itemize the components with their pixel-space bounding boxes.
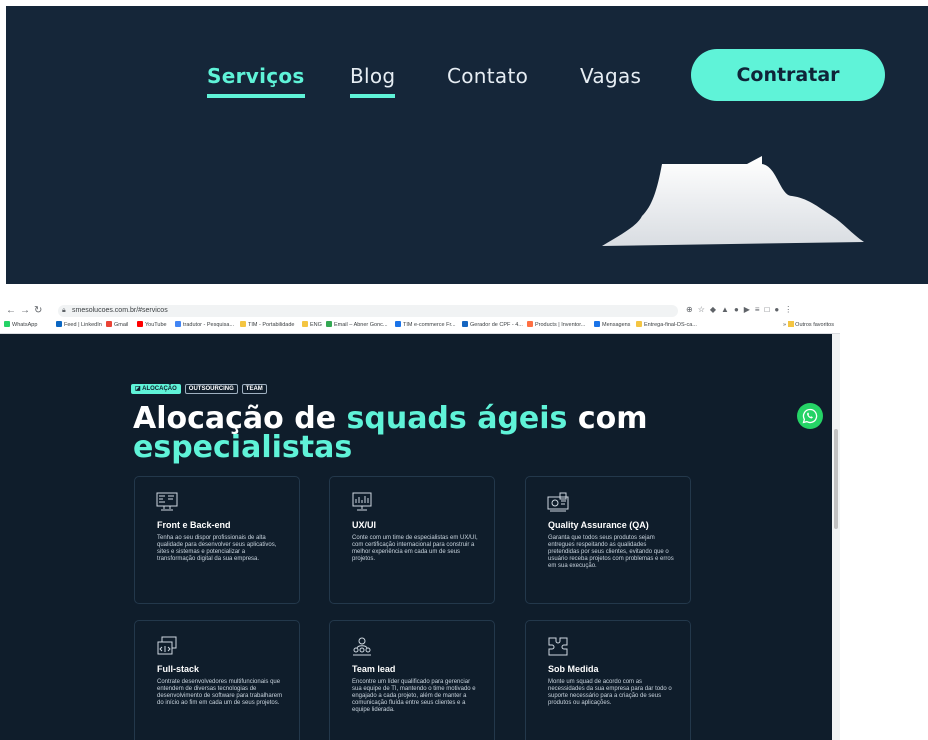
nav-link-blog[interactable]: Blog — [350, 64, 396, 98]
bookmark-item[interactable]: Feed | LinkedIn — [56, 321, 102, 330]
bookmark-item[interactable]: Products | Inventor... — [527, 321, 585, 330]
extension-icons[interactable]: ⊕☆◆▲●▶≡□●⋮ — [686, 305, 797, 314]
service-card-sob-medida[interactable]: Sob Medida Monte um squad de acordo com … — [525, 620, 691, 740]
design-chart-icon — [352, 492, 372, 511]
services-page: ◪ ALOCAÇÃO OUTSOURCING TEAM Alocação de … — [0, 334, 832, 740]
reload-icon[interactable]: ↻ — [34, 305, 42, 316]
hover-underline — [350, 94, 396, 98]
tab-outsourcing[interactable]: OUTSOURCING — [184, 384, 238, 394]
url-text: smesolucoes.com.br/#servicos — [72, 307, 168, 314]
bookmark-item[interactable]: Mensagens — [594, 321, 630, 330]
stack-windows-icon — [157, 636, 177, 655]
back-arrow-icon[interactable]: ← — [6, 305, 16, 316]
card-title: UX/UI — [352, 520, 377, 530]
service-card-front-back[interactable]: Front e Back-end Tenha ao seu dispor pro… — [134, 476, 300, 604]
card-title: Full-stack — [157, 664, 200, 674]
service-tabs: ◪ ALOCAÇÃO OUTSOURCING TEAM — [131, 384, 267, 394]
bookmark-item[interactable]: Entrega-final-DS-ca... — [636, 321, 697, 330]
card-title: Front e Back-end — [157, 520, 231, 530]
whatsapp-chat-button[interactable] — [797, 403, 823, 429]
page-title: Alocação de squads ágeis com especialist… — [133, 401, 648, 465]
url-field[interactable]: 🔒︎ smesolucoes.com.br/#servicos — [58, 305, 678, 317]
other-bookmarks[interactable]: » Outros favoritos — [783, 321, 834, 330]
card-description: Tenha ao seu dispor profissionais de alt… — [157, 535, 277, 562]
lock-icon: 🔒︎ — [62, 307, 66, 314]
quality-check-icon — [547, 492, 569, 512]
bookmark-item[interactable]: Gmail — [106, 321, 128, 330]
browser-window: ← → ↻ 🔒︎ smesolucoes.com.br/#servicos ⊕☆… — [0, 303, 840, 740]
nav-link-contato[interactable]: Contato — [447, 64, 528, 88]
site-header: Serviços Blog Contato Vagas Contratar — [6, 6, 928, 284]
tab-team[interactable]: TEAM — [241, 384, 267, 394]
bookmark-item[interactable]: ENG — [302, 321, 322, 330]
card-description: Monte um squad de acordo com as necessid… — [548, 679, 672, 706]
forward-arrow-icon[interactable]: → — [20, 305, 30, 316]
tab-alocacao[interactable]: ◪ ALOCAÇÃO — [131, 384, 181, 394]
page-scrollbar[interactable] — [832, 334, 840, 740]
nav-link-label: Blog — [350, 64, 396, 88]
card-title: Team lead — [352, 664, 396, 674]
bookmark-item[interactable]: tradutor - Pesquisa... — [175, 321, 234, 330]
service-card-team-lead[interactable]: Team lead Encontre um líder qualificado … — [329, 620, 495, 740]
card-description: Conte com um time de especialistas em UX… — [352, 535, 478, 562]
bookmark-item[interactable]: Email – Abner Gonc... — [326, 321, 388, 330]
service-card-ux-ui[interactable]: UX/UI Conte com um time de especialistas… — [329, 476, 495, 604]
nav-link-vagas[interactable]: Vagas — [580, 64, 641, 88]
cloud-illustration — [602, 156, 864, 246]
nav-link-servicos[interactable]: Serviços — [207, 64, 305, 98]
bookmark-item[interactable]: Gerador de CPF - 4... — [462, 321, 523, 330]
bookmark-item[interactable]: TIM e-commerce Fr... — [395, 321, 456, 330]
nav-link-label: Vagas — [580, 64, 642, 88]
whatsapp-icon — [802, 408, 818, 424]
card-description: Contrate desenvolvedores multifuncionais… — [157, 679, 283, 706]
address-bar-row: ← → ↻ 🔒︎ smesolucoes.com.br/#servicos ⊕☆… — [0, 303, 840, 319]
card-description: Encontre um líder qualificado para geren… — [352, 679, 476, 713]
bookmark-item[interactable]: WhatsApp — [4, 321, 37, 330]
bookmark-item[interactable]: YouTube — [137, 321, 167, 330]
card-title: Quality Assurance (QA) — [548, 520, 649, 530]
code-monitor-icon — [156, 492, 178, 511]
nav-link-label: Contato — [447, 64, 529, 88]
contratar-label: Contratar — [736, 64, 840, 86]
bookmarks-bar: WhatsApp Feed | LinkedIn Gmail YouTube t… — [0, 319, 840, 334]
card-description: Garanta que todos seus produtos sejam en… — [548, 535, 674, 569]
bookmark-item[interactable]: TIM - Portabilidade — [240, 321, 294, 330]
service-card-qa[interactable]: Quality Assurance (QA) Garanta que todos… — [525, 476, 691, 604]
service-card-full-stack[interactable]: Full-stack Contrate desenvolvedores mult… — [134, 620, 300, 740]
card-title: Sob Medida — [548, 664, 599, 674]
contratar-button[interactable]: Contratar — [691, 49, 885, 101]
scrollbar-thumb[interactable] — [834, 429, 838, 529]
puzzle-icon — [548, 637, 568, 656]
team-leader-icon — [353, 637, 371, 656]
active-underline — [207, 94, 305, 98]
nav-link-label: Serviços — [207, 64, 305, 88]
